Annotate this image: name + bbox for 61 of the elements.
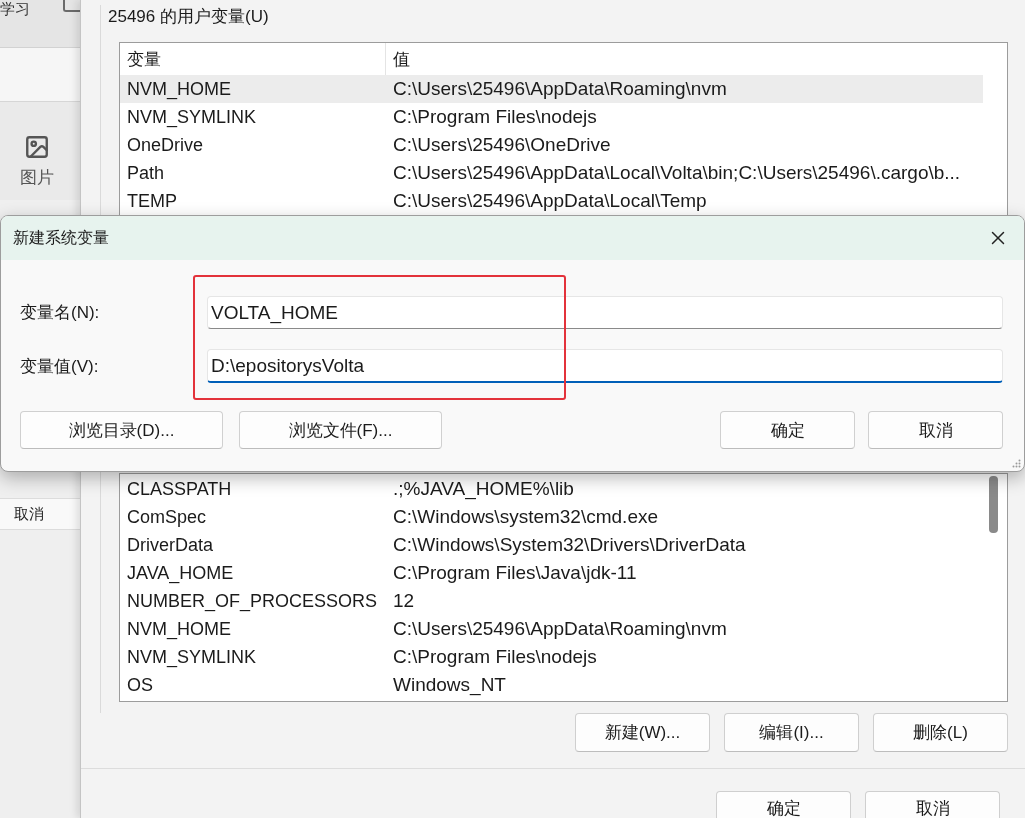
variable-value-cell-text: C:\Program Files\nodejs [392, 645, 598, 669]
variable-value-cell-text: C:\Users\25496\OneDrive [392, 133, 612, 157]
variable-name-cell-text: CLASSPATH [126, 477, 233, 501]
variable-name-cell-text: TEMP [126, 189, 178, 213]
list-row[interactable]: DriverData C:\Windows\System32\Drivers\DriverData [120, 531, 983, 559]
list-row[interactable]: NVM_SYMLINK C:\Program Files\nodejs [120, 103, 983, 131]
list-row[interactable]: NVM_SYMLINK C:\Program Files\nodejs [120, 643, 983, 671]
footer-button[interactable]: 取消 [865, 791, 1000, 818]
field-label: 变量值(V): [20, 355, 100, 378]
footer-button[interactable]: 确定 [716, 791, 851, 818]
list-row[interactable]: Path C:\Users\25496\AppData\Local\Volta\bin;C:\Users\25496\.cargo\b... [120, 159, 983, 187]
dialog-title: 新建系统变量 [13, 227, 109, 248]
list-row[interactable]: NVM_HOME C:\Users\25496\AppData\Roaming\nvm [120, 615, 983, 643]
variable-name-cell-text: NVM_HOME [126, 77, 232, 102]
action-button[interactable]: 新建(W)... [575, 713, 710, 752]
action-button[interactable]: 编辑(I)... [724, 713, 859, 752]
variable-value-cell-text: 12 [392, 589, 416, 613]
browse-button[interactable]: 浏览目录(D)... [20, 411, 223, 449]
list-row[interactable]: OneDrive C:\Users\25496\OneDrive [120, 131, 983, 159]
variable-name-cell-text: JAVA_HOME [126, 561, 235, 586]
dialog-button[interactable]: 确定 [720, 411, 855, 449]
list-row[interactable]: TEMP C:\Users\25496\AppData\Local\Temp [120, 187, 983, 215]
variable-name-cell-text: OS [126, 673, 154, 697]
variable-value-cell-text: Windows_NT [392, 673, 507, 698]
variable-name-cell-text: NVM_SYMLINK [126, 105, 258, 130]
variable-name-cell-text: Path [126, 161, 166, 185]
variable-value-cell-text: C:\Program Files\Java\jdk-11 [392, 561, 638, 585]
variable-value-cell-text: C:\Windows\System32\Drivers\DriverData [392, 533, 747, 557]
picture-label[interactable]: 图片 [20, 168, 54, 188]
variable-name-cell-text: NVM_SYMLINK [126, 645, 258, 670]
field-label: 变量名(N): [20, 302, 101, 324]
list-row[interactable]: JAVA_HOME C:\Program Files\Java\jdk-11 [120, 559, 983, 587]
variable-value-cell-text: C:\Windows\system32\cmd.exe [392, 505, 660, 529]
variable-name-cell-text: ComSpec [126, 505, 208, 529]
list-row[interactable]: OS Windows_NT [120, 671, 983, 699]
action-button[interactable]: 删除(L) [873, 713, 1008, 752]
input-field[interactable]: D:\epositorysVolta [207, 349, 1003, 383]
variable-name-cell-text: NUMBER_OF_PROCESSORS [126, 589, 379, 614]
list-row[interactable]: NUMBER_OF_PROCESSORS 12 [120, 587, 983, 615]
scrollbar-thumb[interactable] [989, 476, 998, 533]
picture-icon[interactable] [24, 134, 50, 160]
dialog-button[interactable]: 取消 [868, 411, 1003, 449]
variable-name-cell-text: NVM_HOME [126, 617, 232, 642]
resize-grip-icon[interactable] [1012, 459, 1021, 468]
browse-button[interactable]: 浏览文件(F)... [239, 411, 442, 449]
variable-value-cell-text: C:\Program Files\nodejs [392, 105, 598, 129]
variable-value-cell-text: C:\Users\25496\AppData\Roaming\nvm [392, 77, 728, 101]
list-row[interactable]: ComSpec C:\Windows\system32\cmd.exe [120, 503, 983, 531]
variable-value-cell-text: C:\Users\25496\AppData\Local\Temp [392, 189, 708, 213]
variable-name-cell-text: DriverData [126, 533, 215, 557]
cancel-button[interactable]: 取消 [0, 498, 80, 530]
tab-label[interactable]: 学习 [0, 0, 30, 17]
column-header[interactable]: 值 [386, 43, 983, 75]
variable-value-cell-text: .;%JAVA_HOME%\lib [392, 477, 575, 502]
list-row[interactable]: NVM_HOME C:\Users\25496\AppData\Roaming\nvm [120, 75, 983, 103]
input-field[interactable]: VOLTA_HOME [207, 296, 1003, 329]
list-row[interactable]: CLASSPATH .;%JAVA_HOME%\lib [120, 475, 983, 503]
variable-name-cell-text: OneDrive [126, 133, 205, 157]
group-title: 25496 的用户变量(U) [108, 6, 270, 28]
variable-value-cell-text: C:\Users\25496\AppData\Local\Volta\bin;C:\Users\25496\.cargo\b... [392, 161, 962, 185]
variable-value-cell-text: C:\Users\25496\AppData\Roaming\nvm [392, 617, 728, 641]
